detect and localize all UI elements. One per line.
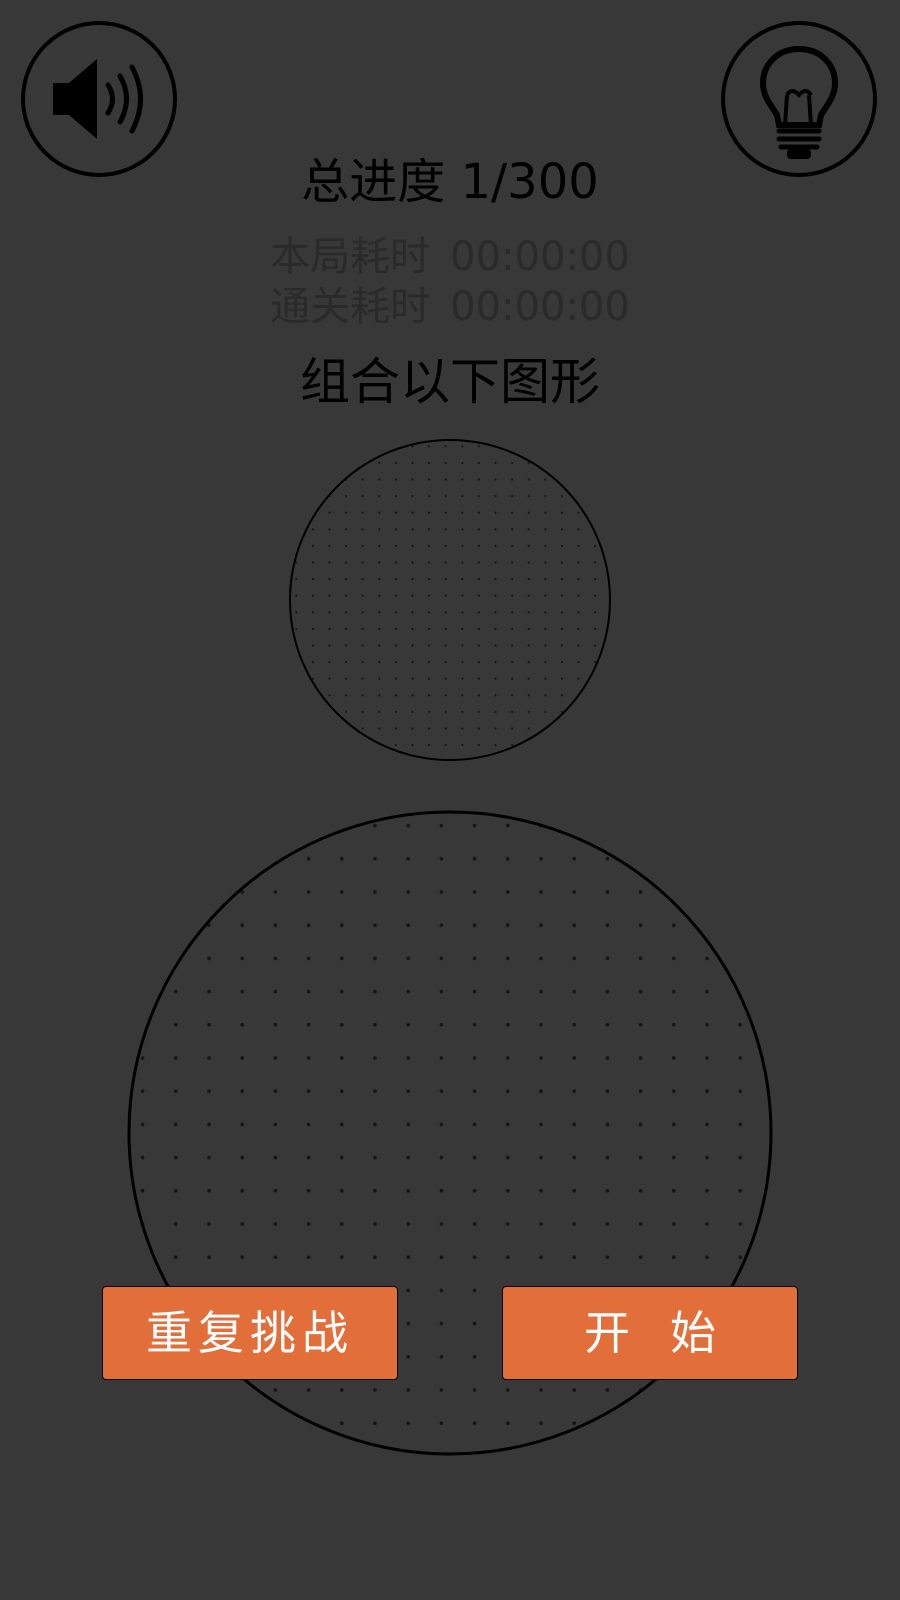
instruction-text: 组合以下图形 (300, 353, 600, 411)
retry-button[interactable]: 重复挑战 (102, 1286, 398, 1380)
progress-label: 总进度 (301, 154, 446, 210)
progress-value: 1/300 (460, 154, 599, 210)
round-time-row: 本局耗时 00:00:00 (0, 232, 900, 282)
clear-time-value: 00:00:00 (450, 284, 630, 330)
round-time-value: 00:00:00 (450, 234, 630, 280)
start-button[interactable]: 开始 (502, 1286, 798, 1380)
clear-time-row: 通关耗时 00:00:00 (0, 282, 900, 332)
total-progress: 总进度 1/300 (0, 150, 900, 214)
target-shape-preview (289, 439, 611, 761)
clear-time-label: 通关耗时 (270, 284, 431, 330)
round-time-label: 本局耗时 (270, 234, 431, 280)
